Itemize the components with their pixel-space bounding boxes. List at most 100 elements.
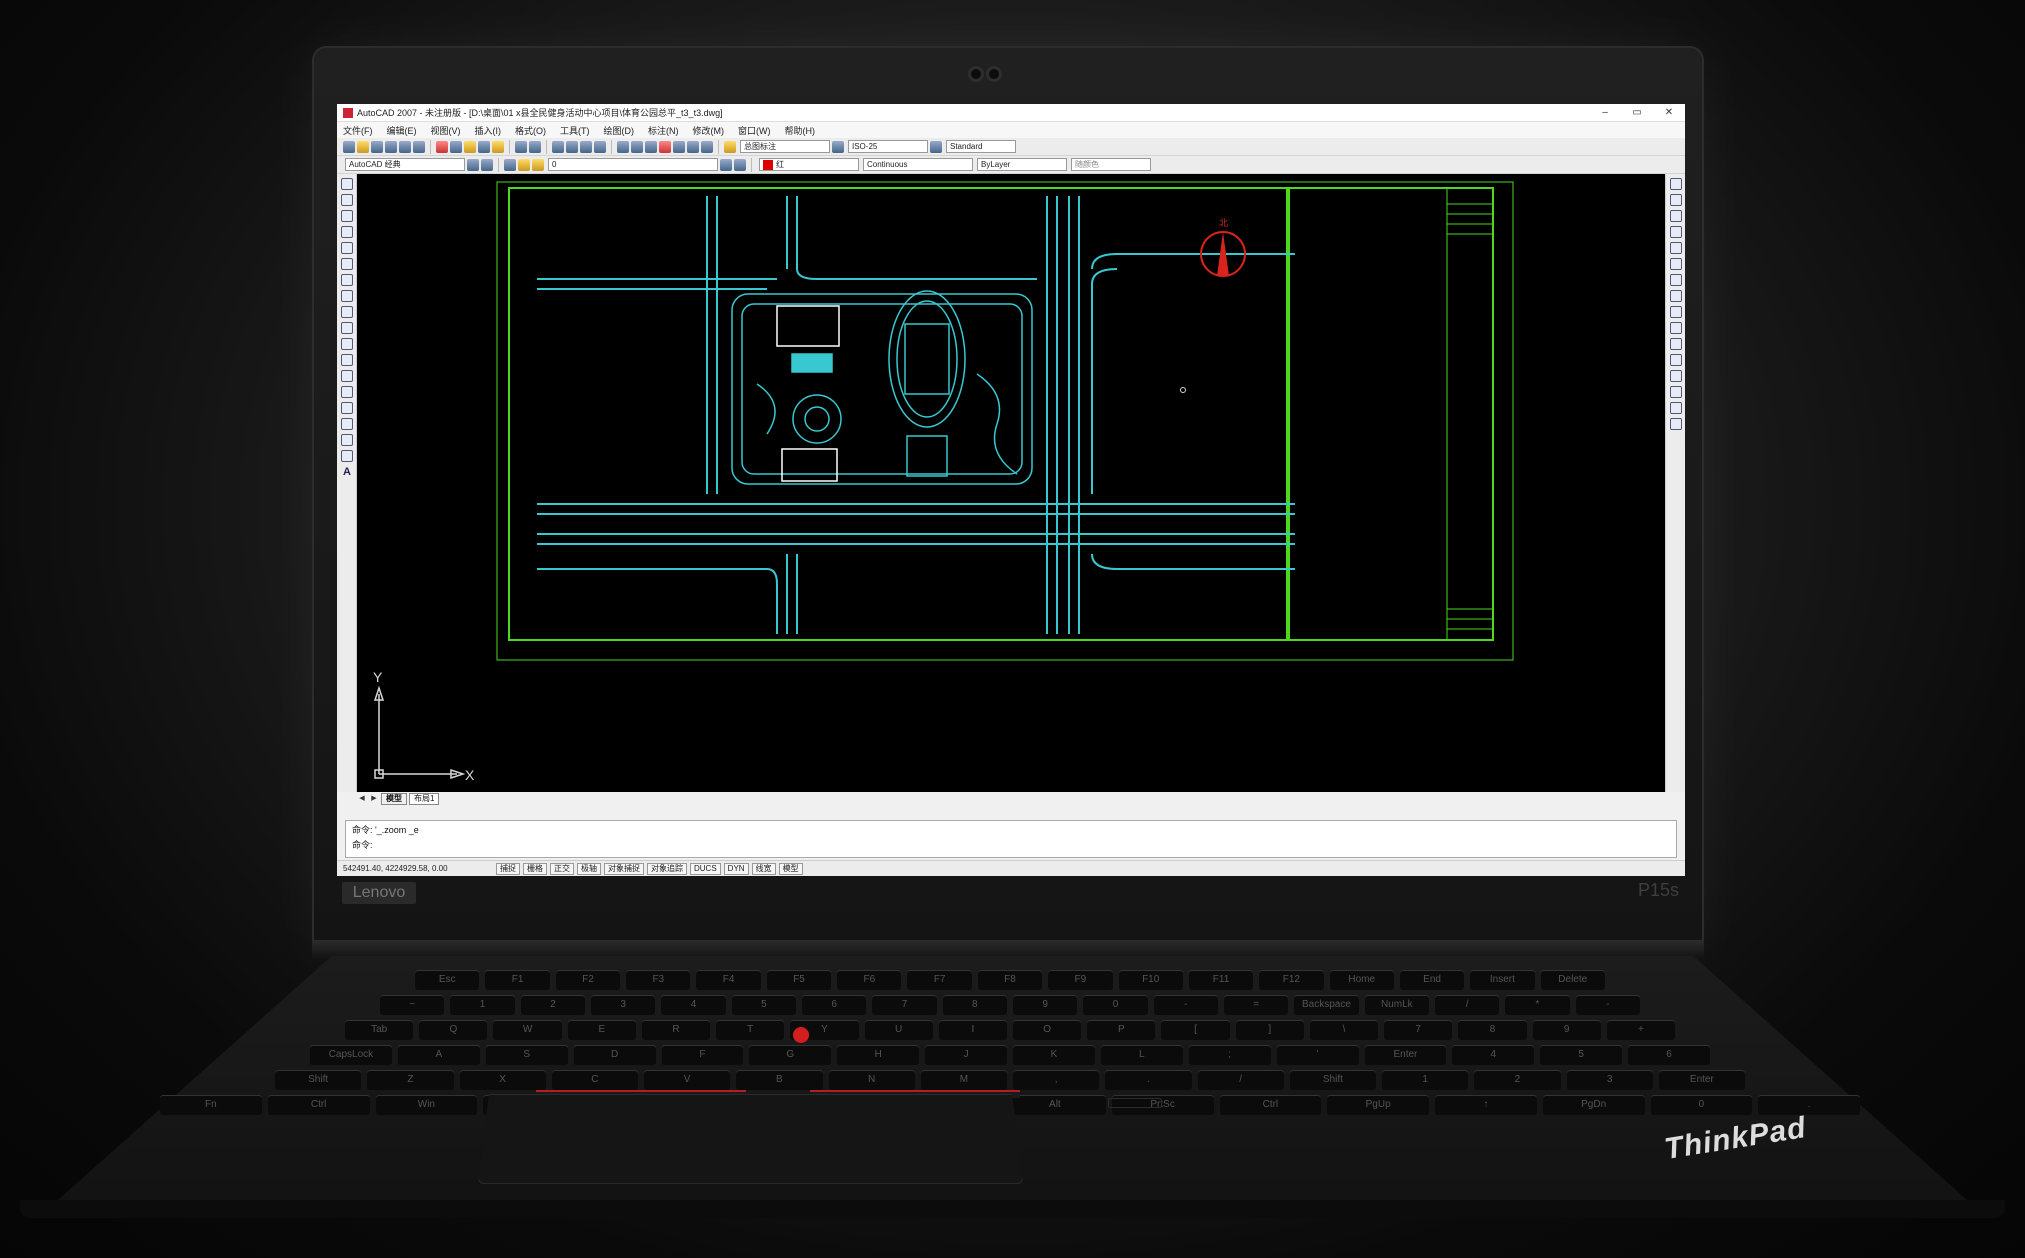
ellipse-icon[interactable] [341, 322, 353, 334]
keyboard-key[interactable]: 7 [1384, 1020, 1453, 1040]
keyboard-key[interactable]: F10 [1118, 970, 1183, 990]
next-tab-icon[interactable]: ▶ [369, 794, 379, 804]
keyboard-key[interactable]: 4 [661, 995, 726, 1015]
fingerprint-reader[interactable] [1108, 1098, 1162, 1108]
rectangle-icon[interactable] [341, 242, 353, 254]
keyboard-key[interactable]: , [1013, 1070, 1100, 1090]
menu-help[interactable]: 帮助(H) [785, 124, 816, 137]
stretch-icon[interactable] [1670, 306, 1682, 318]
keyboard-key[interactable]: F12 [1259, 970, 1324, 990]
workspace-settings-icon[interactable] [467, 158, 479, 171]
menu-dimension[interactable]: 标注(N) [648, 124, 679, 137]
hatch-icon[interactable] [341, 402, 353, 414]
keyboard-key[interactable]: 9 [1013, 995, 1078, 1015]
zoom-previous-icon[interactable] [594, 140, 606, 153]
gradient-icon[interactable] [341, 418, 353, 430]
multiline-text-icon[interactable]: A [341, 466, 353, 478]
keyboard-key[interactable]: E [567, 1020, 636, 1040]
grid-toggle[interactable]: 栅格 [523, 862, 547, 875]
keyboard-key[interactable]: Shift [1289, 1070, 1376, 1090]
region-icon[interactable] [341, 434, 353, 446]
keyboard-key[interactable]: Enter [1364, 1045, 1447, 1065]
keyboard-key[interactable]: J [925, 1045, 1007, 1065]
keyboard-key[interactable]: PgDn [1542, 1095, 1645, 1115]
cut-icon[interactable] [436, 140, 448, 153]
tool-palettes-icon[interactable] [645, 140, 657, 153]
keyboard-key[interactable]: + [1606, 1020, 1675, 1040]
match-properties-icon[interactable] [478, 140, 490, 153]
undo-icon[interactable] [515, 140, 527, 153]
keyboard-key[interactable]: 2 [520, 995, 586, 1015]
tab-layout1[interactable]: 布局1 [409, 793, 440, 805]
redo-icon[interactable] [529, 140, 541, 153]
trackpoint[interactable] [793, 1027, 809, 1043]
dyn-toggle[interactable]: DYN [723, 862, 749, 875]
layer-manager-icon[interactable] [504, 158, 516, 171]
keyboard-key[interactable]: * [1505, 995, 1570, 1015]
keyboard-key[interactable]: Ctrl [267, 1095, 370, 1115]
offset-icon[interactable] [1670, 226, 1682, 238]
chamfer-icon[interactable] [1670, 386, 1682, 398]
menu-tools[interactable]: 工具(T) [560, 124, 590, 137]
keyboard-key[interactable]: K [1013, 1045, 1095, 1065]
menu-draw[interactable]: 绘图(D) [604, 124, 635, 137]
paste-icon[interactable] [464, 140, 476, 153]
keyboard-key[interactable]: Win [375, 1095, 478, 1115]
lineweight-toggle[interactable]: 线宽 [751, 862, 776, 875]
keyboard-key[interactable]: M [920, 1070, 1007, 1090]
extend-icon[interactable] [1670, 338, 1682, 350]
keyboard-key[interactable]: 6 [802, 995, 867, 1015]
keyboard-key[interactable]: Alt [1004, 1095, 1106, 1115]
keyboard-key[interactable]: 7 [872, 995, 937, 1015]
keyboard-key[interactable]: 4 [1452, 1045, 1535, 1065]
zoom-realtime-icon[interactable] [566, 140, 578, 153]
keyboard-key[interactable]: F3 [626, 970, 691, 990]
break-icon[interactable] [1670, 354, 1682, 366]
keyboard-key[interactable]: Ctrl [1219, 1095, 1322, 1115]
layer-select[interactable]: 0 [548, 158, 718, 171]
circle-icon[interactable] [341, 274, 353, 286]
revision-cloud-icon[interactable] [341, 290, 353, 302]
menu-insert[interactable]: 插入(I) [475, 124, 502, 137]
ortho-toggle[interactable]: 正交 [550, 862, 574, 875]
keyboard-key[interactable]: Enter [1658, 1070, 1745, 1090]
keyboard-key[interactable]: 5 [731, 995, 797, 1015]
command-window[interactable]: 命令: '_.zoom _e 命令: [345, 820, 1677, 858]
new-icon[interactable] [343, 140, 355, 153]
minimize-button[interactable]: – [1589, 107, 1621, 118]
keyboard-key[interactable]: [ [1161, 1020, 1230, 1040]
line-icon[interactable] [341, 178, 353, 190]
keyboard-key[interactable]: F6 [837, 970, 902, 990]
keyboard-key[interactable]: NumLk [1364, 995, 1429, 1015]
keyboard-key[interactable]: 8 [1458, 1020, 1527, 1040]
menu-format[interactable]: 格式(O) [515, 124, 546, 137]
markup-icon[interactable] [673, 140, 685, 153]
polar-toggle[interactable]: 极轴 [577, 862, 601, 875]
print-icon[interactable] [385, 140, 397, 153]
layer-on-icon[interactable] [518, 158, 530, 171]
command-prompt[interactable]: 命令: [352, 838, 1670, 853]
keyboard-key[interactable]: End [1399, 970, 1465, 990]
keyboard-key[interactable]: - [1153, 995, 1218, 1015]
keyboard-key[interactable]: ; [1188, 1045, 1271, 1065]
snap-toggle[interactable]: 捕捉 [496, 862, 520, 875]
keyboard-key[interactable]: - [1575, 995, 1640, 1015]
table-style-select[interactable]: Standard [946, 140, 1016, 153]
keyboard-key[interactable]: 5 [1540, 1045, 1623, 1065]
ducs-toggle[interactable]: DUCS [690, 862, 721, 875]
keyboard-key[interactable]: U [864, 1020, 933, 1040]
scale-icon[interactable] [1670, 290, 1682, 302]
keyboard-key[interactable]: G [749, 1045, 832, 1065]
workspace-save-icon[interactable] [481, 158, 493, 171]
keyboard-key[interactable]: F5 [766, 970, 832, 990]
layer-freeze-icon[interactable] [532, 158, 544, 171]
osnap-toggle[interactable]: 对象捕捉 [604, 862, 644, 875]
sheet-set-icon[interactable] [659, 140, 671, 153]
keyboard-key[interactable]: L [1100, 1045, 1183, 1065]
keyboard-key[interactable]: Delete [1540, 970, 1605, 990]
touchpad[interactable] [478, 1094, 1023, 1184]
keyboard-key[interactable]: 9 [1532, 1020, 1601, 1040]
keyboard-key[interactable]: F2 [555, 970, 621, 990]
insert-block-icon[interactable] [341, 354, 353, 366]
menu-window[interactable]: 窗口(W) [738, 124, 771, 137]
